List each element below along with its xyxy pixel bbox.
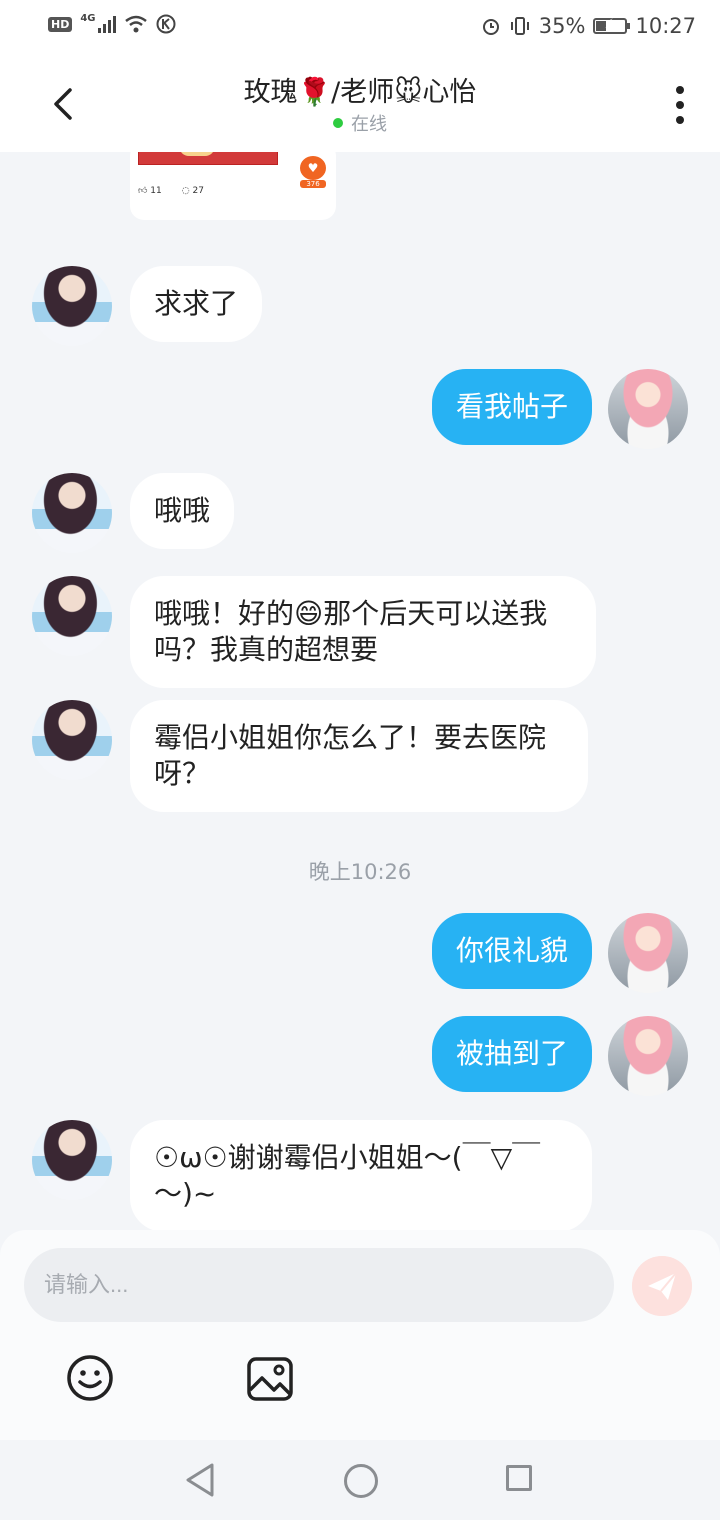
send-icon[interactable] bbox=[632, 1256, 692, 1316]
my-avatar[interactable] bbox=[608, 1016, 688, 1096]
thumbs-up-icon: 👍︎ bbox=[138, 186, 148, 196]
message-input[interactable] bbox=[24, 1248, 614, 1322]
heart-icon: ♥ bbox=[300, 156, 326, 180]
nav-home-icon[interactable] bbox=[344, 1464, 378, 1498]
image-icon[interactable] bbox=[246, 1356, 294, 1402]
my-avatar[interactable] bbox=[608, 913, 688, 993]
nav-recent-icon[interactable] bbox=[506, 1465, 532, 1491]
battery-icon: ⚡ bbox=[593, 17, 631, 34]
contact-name[interactable]: 玫瑰🌹/老师🐭心怡 bbox=[0, 70, 720, 109]
status-left: HD 4G bbox=[48, 12, 176, 34]
comments-count: 27 bbox=[192, 186, 204, 196]
contact-avatar[interactable] bbox=[32, 473, 112, 553]
post-stats: 👍︎ 11 ◌ 27 bbox=[138, 186, 204, 196]
post-likes: 👍︎ 11 bbox=[138, 186, 162, 196]
chat-header: 玫瑰🌹/老师🐭心怡 在线 bbox=[0, 56, 720, 152]
message-bubble[interactable]: 求求了 bbox=[130, 266, 263, 342]
emoji-icon[interactable] bbox=[66, 1354, 114, 1402]
my-avatar[interactable] bbox=[608, 369, 688, 449]
online-label: 在线 bbox=[351, 114, 387, 135]
contact-avatar[interactable] bbox=[32, 576, 112, 656]
online-status: 在线 bbox=[0, 110, 720, 136]
status-right: 35% ⚡ 10:27 bbox=[481, 14, 696, 38]
message-bubble[interactable]: 你很礼貌 bbox=[431, 913, 592, 989]
system-nav-bar bbox=[0, 1440, 720, 1520]
charging-icon: ⚡ bbox=[604, 17, 614, 32]
message-bubble[interactable]: 哦哦 bbox=[130, 473, 235, 549]
post-comments: ◌ 27 bbox=[182, 186, 204, 196]
timestamp: 晚上10:26 bbox=[308, 860, 412, 884]
shared-post-card[interactable]: ♥ 376 👍︎ 11 ◌ 27 bbox=[130, 152, 336, 220]
network-type: 4G bbox=[80, 12, 96, 24]
clock: 10:27 bbox=[635, 14, 696, 38]
badge-count: 376 bbox=[300, 180, 326, 188]
contact-avatar[interactable] bbox=[32, 1120, 112, 1200]
hd-indicator: HD bbox=[48, 16, 73, 32]
vibrate-icon bbox=[510, 17, 529, 35]
comment-icon: ◌ bbox=[181, 186, 190, 196]
signal-icon bbox=[97, 15, 116, 33]
status-bar: HD 4G 35% ⚡ 10:27 bbox=[0, 0, 720, 56]
k-icon bbox=[156, 14, 176, 34]
battery-percent: 35% bbox=[538, 14, 586, 38]
message-bubble[interactable]: 霉侣小姐姐你怎么了！要去医院呀？ bbox=[130, 700, 588, 812]
nav-back-icon[interactable] bbox=[184, 1462, 216, 1498]
alarm-icon bbox=[482, 19, 499, 35]
wifi-icon bbox=[124, 15, 147, 33]
more-icon[interactable] bbox=[676, 86, 684, 124]
post-image bbox=[138, 152, 278, 165]
message-bubble[interactable]: 看我帖子 bbox=[431, 369, 592, 445]
message-bubble[interactable]: ☉ω☉谢谢霉侣小姐姐～(￣▽￣～)~ bbox=[130, 1120, 592, 1230]
contact-avatar[interactable] bbox=[32, 700, 112, 780]
likes-count: 11 bbox=[150, 186, 162, 196]
composer bbox=[0, 1230, 720, 1440]
online-dot bbox=[333, 118, 343, 128]
message-list[interactable]: ♥ 376 👍︎ 11 ◌ 27 求求了 看我帖子 哦哦 哦哦！好的😄那个后天可… bbox=[0, 152, 720, 1230]
message-bubble[interactable]: 被抽到了 bbox=[431, 1016, 592, 1092]
post-like-badge: ♥ 376 bbox=[300, 156, 326, 188]
contact-avatar[interactable] bbox=[32, 266, 112, 346]
message-bubble[interactable]: 哦哦！好的😄那个后天可以送我吗？我真的超想要 bbox=[130, 576, 596, 688]
